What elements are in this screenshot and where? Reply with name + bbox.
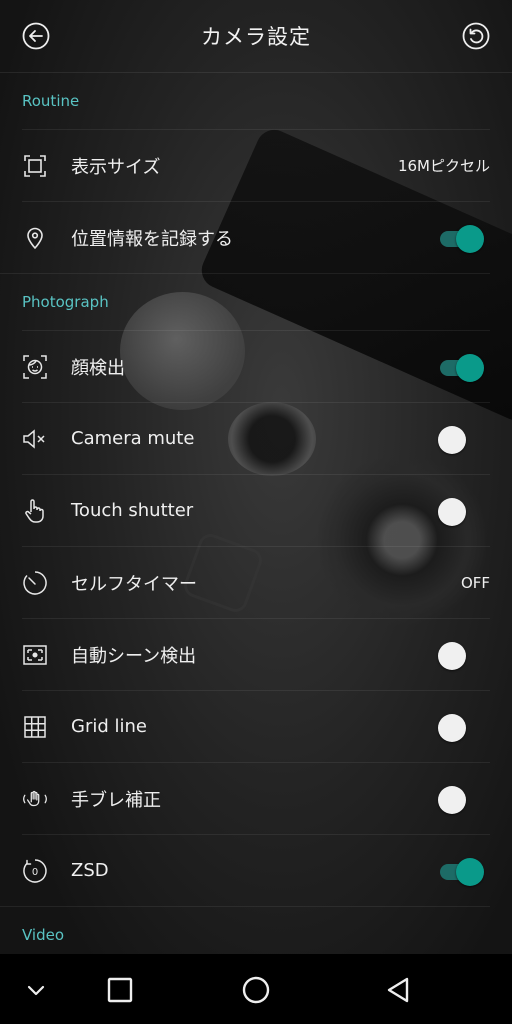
speaker-mute-icon — [22, 426, 48, 452]
setting-grid-line[interactable]: Grid line — [22, 690, 490, 762]
face-detection-toggle[interactable] — [438, 352, 486, 382]
timer-icon — [22, 570, 48, 596]
setting-record-location[interactable]: 位置情報を記録する — [22, 201, 490, 273]
setting-auto-scene-detection[interactable]: 自動シーン検出 — [22, 618, 490, 690]
zsd-toggle[interactable] — [438, 856, 486, 886]
square-icon — [107, 977, 133, 1003]
setting-touch-shutter[interactable]: Touch shutter — [22, 474, 490, 546]
setting-camera-mute[interactable]: Camera mute — [22, 402, 490, 474]
camera-mute-toggle[interactable] — [438, 424, 486, 454]
stabilization-toggle[interactable] — [438, 784, 486, 814]
setting-zsd[interactable]: 0 ZSD — [22, 834, 490, 906]
setting-value: OFF — [460, 573, 490, 592]
setting-label: セルフタイマー — [71, 573, 197, 595]
setting-display-size[interactable]: 表示サイズ 16Mピクセル — [22, 129, 490, 201]
frame-size-icon — [22, 153, 48, 179]
nav-recents-button[interactable] — [104, 974, 136, 1006]
arrow-left-circle-icon — [22, 22, 50, 50]
setting-stabilization[interactable]: 手ブレ補正 — [22, 762, 490, 834]
stabilization-hand-icon — [22, 786, 48, 812]
scene-detect-icon — [22, 642, 48, 668]
grid-line-toggle[interactable] — [438, 712, 486, 742]
setting-label: 位置情報を記録する — [71, 228, 233, 250]
setting-label: ZSD — [71, 860, 109, 881]
svg-text:0: 0 — [32, 867, 38, 878]
settings-list: Routine 表示サイズ 16Mピクセル 位置情報を記録する Photogra… — [0, 72, 512, 963]
circle-icon — [242, 976, 270, 1004]
setting-label: 顔検出 — [71, 357, 125, 379]
setting-self-timer[interactable]: セルフタイマー OFF — [22, 546, 490, 618]
location-toggle[interactable] — [438, 223, 486, 253]
reset-circle-icon — [462, 22, 490, 50]
section-header-routine: Routine — [22, 91, 80, 110]
triangle-back-icon — [387, 977, 409, 1003]
zsd-icon: 0 — [22, 858, 48, 884]
nav-back-button[interactable] — [382, 974, 414, 1006]
setting-label: Grid line — [71, 716, 147, 737]
setting-face-detection[interactable]: 顔検出 — [22, 330, 490, 402]
setting-label: 手ブレ補正 — [71, 789, 161, 811]
section-header-photograph: Photograph — [0, 273, 490, 330]
nav-home-button[interactable] — [240, 974, 272, 1006]
location-pin-icon — [22, 225, 48, 251]
setting-label: 自動シーン検出 — [71, 645, 197, 667]
setting-label: Camera mute — [71, 428, 195, 449]
setting-label: 表示サイズ — [71, 156, 161, 178]
touch-hand-icon — [22, 498, 48, 524]
back-button[interactable] — [22, 22, 50, 50]
chevron-down-icon — [27, 985, 45, 996]
touch-shutter-toggle[interactable] — [438, 496, 486, 526]
page-title: カメラ設定 — [201, 25, 311, 49]
auto-scene-toggle[interactable] — [438, 640, 486, 670]
reset-button[interactable] — [462, 22, 490, 50]
grid-icon — [22, 714, 48, 740]
setting-value: 16Mピクセル — [397, 157, 490, 175]
face-detect-icon — [22, 354, 48, 380]
nav-hide-button[interactable] — [20, 974, 52, 1006]
setting-label: Touch shutter — [71, 500, 194, 521]
system-nav-bar — [0, 954, 512, 1024]
app-header: カメラ設定 — [0, 0, 512, 73]
